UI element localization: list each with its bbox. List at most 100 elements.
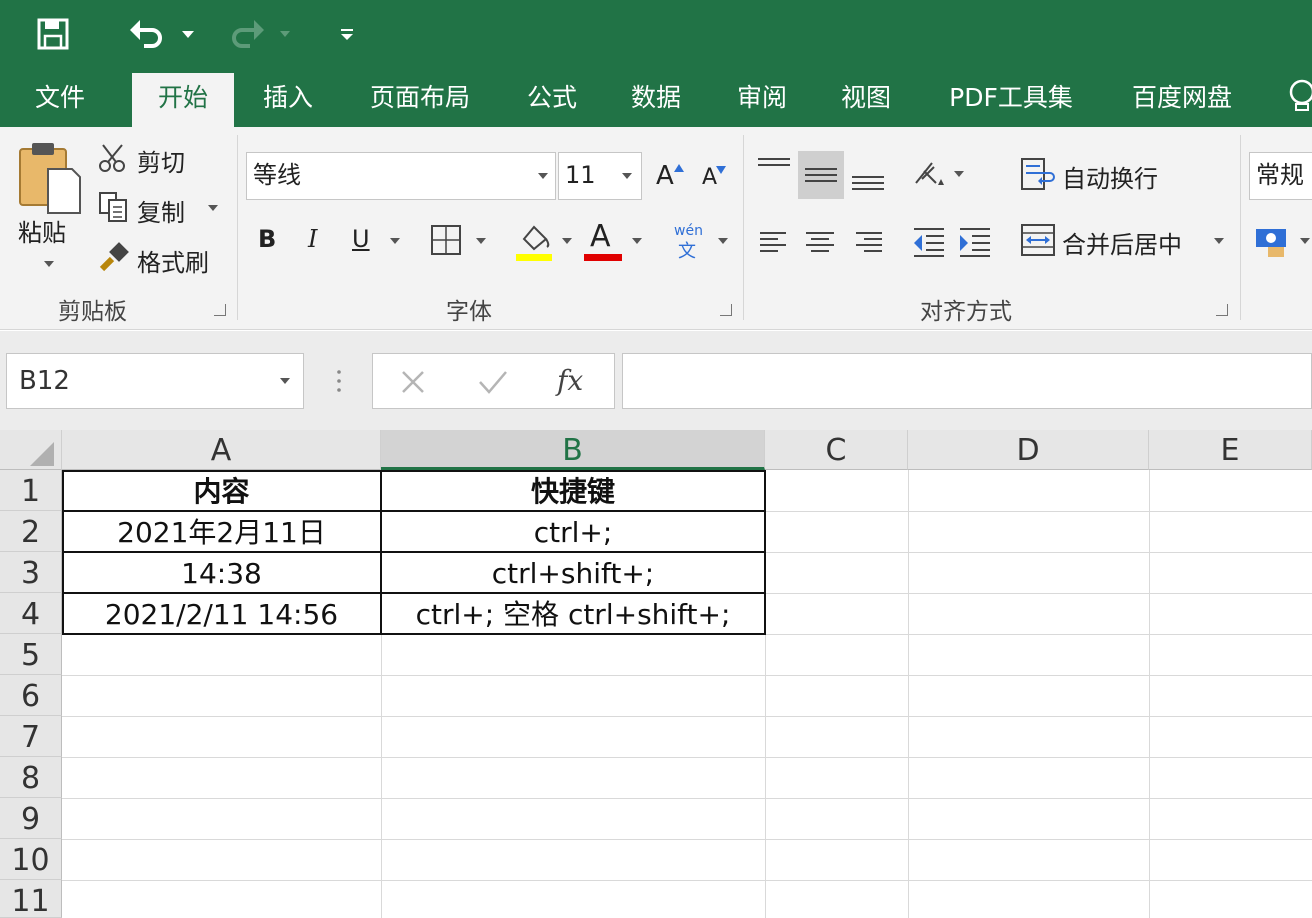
borders-dropdown-icon[interactable] — [476, 238, 486, 244]
cut-button[interactable]: 剪切 — [137, 143, 185, 178]
fill-color-swatch — [516, 254, 552, 261]
alignment-launcher-icon[interactable] — [1216, 304, 1228, 316]
save-icon[interactable] — [36, 14, 70, 54]
cell-a3[interactable]: 14:38 — [62, 552, 381, 593]
row-header-5[interactable]: 5 — [0, 634, 62, 675]
align-right-icon[interactable] — [854, 231, 882, 257]
tab-pdf-tools[interactable]: PDF工具集 — [930, 70, 1092, 127]
cell-a2[interactable]: 2021年2月11日 — [62, 511, 381, 552]
increase-font-size-button[interactable]: A — [656, 161, 674, 191]
row-header-1[interactable]: 1 — [0, 470, 62, 511]
customize-qat-icon[interactable] — [340, 14, 354, 54]
phonetic-dropdown-icon[interactable] — [718, 238, 728, 244]
font-name-combo[interactable]: 等线 — [246, 152, 556, 200]
name-box[interactable]: B12 — [6, 353, 304, 409]
insert-function-button[interactable]: fx — [557, 364, 583, 397]
cell-a1[interactable]: 内容 — [62, 470, 381, 511]
row-header-4[interactable]: 4 — [0, 593, 62, 634]
paste-button[interactable]: 粘贴 — [18, 213, 66, 248]
underline-button[interactable]: U — [352, 225, 370, 253]
select-all-corner[interactable] — [0, 430, 62, 470]
cell-b4[interactable]: ctrl+; 空格 ctrl+shift+; — [381, 593, 765, 634]
align-bottom-icon[interactable] — [852, 171, 884, 195]
paste-dropdown-icon[interactable] — [44, 261, 54, 267]
copy-dropdown-icon[interactable] — [208, 205, 218, 211]
align-center-icon[interactable] — [806, 231, 834, 257]
column-header-e[interactable]: E — [1149, 430, 1312, 470]
cell-b1[interactable]: 快捷键 — [381, 470, 765, 511]
column-header-d[interactable]: D — [908, 430, 1149, 470]
font-name-value: 等线 — [253, 161, 301, 189]
currency-format-icon[interactable] — [1254, 225, 1290, 263]
format-painter-button[interactable]: 格式刷 — [137, 243, 209, 278]
cell-a4[interactable]: 2021/2/11 14:56 — [62, 593, 381, 634]
align-left-icon[interactable] — [760, 231, 788, 257]
gridline — [62, 757, 1312, 758]
row-header-3[interactable]: 3 — [0, 552, 62, 593]
orientation-dropdown-icon[interactable] — [954, 171, 964, 177]
format-painter-icon — [98, 241, 130, 277]
ribbon-tabs: 文件 开始 插入 页面布局 公式 数据 审阅 视图 PDF工具集 百度网盘 — [0, 70, 1312, 127]
column-header-c[interactable]: C — [765, 430, 908, 470]
underline-dropdown-icon[interactable] — [390, 238, 400, 244]
tab-review[interactable]: 审阅 — [722, 70, 802, 127]
column-header-b[interactable]: B — [381, 430, 765, 470]
tab-home[interactable]: 开始 — [132, 73, 234, 127]
row-header-6[interactable]: 6 — [0, 675, 62, 716]
decrease-indent-icon[interactable] — [912, 227, 946, 261]
borders-icon[interactable] — [430, 224, 462, 260]
paste-icon[interactable] — [18, 139, 84, 223]
tab-page-layout[interactable]: 页面布局 — [350, 70, 490, 127]
tab-formulas[interactable]: 公式 — [512, 70, 592, 127]
cell-b3[interactable]: ctrl+shift+; — [381, 552, 765, 593]
tab-view[interactable]: 视图 — [826, 70, 906, 127]
copy-button[interactable]: 复制 — [137, 193, 185, 228]
align-middle-button[interactable] — [798, 151, 844, 199]
gridline — [62, 798, 1312, 799]
lightbulb-icon[interactable] — [1284, 78, 1312, 118]
orientation-icon[interactable] — [912, 157, 946, 195]
wrap-text-button[interactable]: 自动换行 — [1062, 159, 1158, 194]
font-size-dropdown-icon[interactable] — [622, 173, 632, 179]
increase-arrow-icon — [674, 157, 684, 176]
fill-color-dropdown-icon[interactable] — [562, 238, 572, 244]
clipboard-launcher-icon[interactable] — [214, 304, 226, 316]
bold-button[interactable]: B — [258, 225, 276, 253]
decrease-font-size-button[interactable]: A — [702, 165, 717, 190]
number-format-combo[interactable]: 常规 — [1249, 152, 1312, 200]
formula-input[interactable] — [622, 353, 1312, 409]
cancel-icon[interactable] — [399, 368, 427, 400]
tab-insert[interactable]: 插入 — [248, 70, 328, 127]
phonetic-button[interactable]: 文 — [678, 237, 696, 263]
formula-bar-splitter-icon[interactable] — [336, 367, 342, 399]
italic-button[interactable]: I — [308, 225, 317, 253]
row-header-2[interactable]: 2 — [0, 511, 62, 552]
row-header-8[interactable]: 8 — [0, 757, 62, 798]
font-launcher-icon[interactable] — [720, 304, 732, 316]
group-label-font: 字体 — [446, 299, 492, 325]
align-top-icon[interactable] — [758, 157, 790, 181]
table-border — [62, 470, 64, 635]
row-header-10[interactable]: 10 — [0, 839, 62, 880]
separator — [237, 135, 238, 320]
font-color-dropdown-icon[interactable] — [632, 238, 642, 244]
row-header-7[interactable]: 7 — [0, 716, 62, 757]
enter-icon[interactable] — [477, 368, 509, 400]
cell-b2[interactable]: ctrl+; — [381, 511, 765, 552]
row-header-9[interactable]: 9 — [0, 798, 62, 839]
font-color-button[interactable]: A — [590, 219, 611, 254]
name-box-dropdown-icon[interactable] — [280, 378, 290, 384]
merge-center-dropdown-icon[interactable] — [1214, 238, 1224, 244]
merge-center-button[interactable]: 合并后居中 — [1062, 225, 1182, 260]
decrease-font-glyph: A — [702, 165, 718, 190]
tab-file[interactable]: 文件 — [20, 70, 100, 127]
column-header-a[interactable]: A — [62, 430, 381, 470]
increase-indent-icon[interactable] — [958, 227, 992, 261]
font-name-dropdown-icon[interactable] — [538, 173, 548, 179]
row-header-11[interactable]: 11 — [0, 880, 62, 918]
currency-dropdown-icon[interactable] — [1300, 238, 1310, 244]
tab-baidu-netdisk[interactable]: 百度网盘 — [1114, 70, 1250, 127]
undo-dropdown-icon[interactable] — [182, 14, 194, 54]
tab-data[interactable]: 数据 — [616, 70, 696, 127]
undo-icon[interactable] — [128, 14, 168, 54]
